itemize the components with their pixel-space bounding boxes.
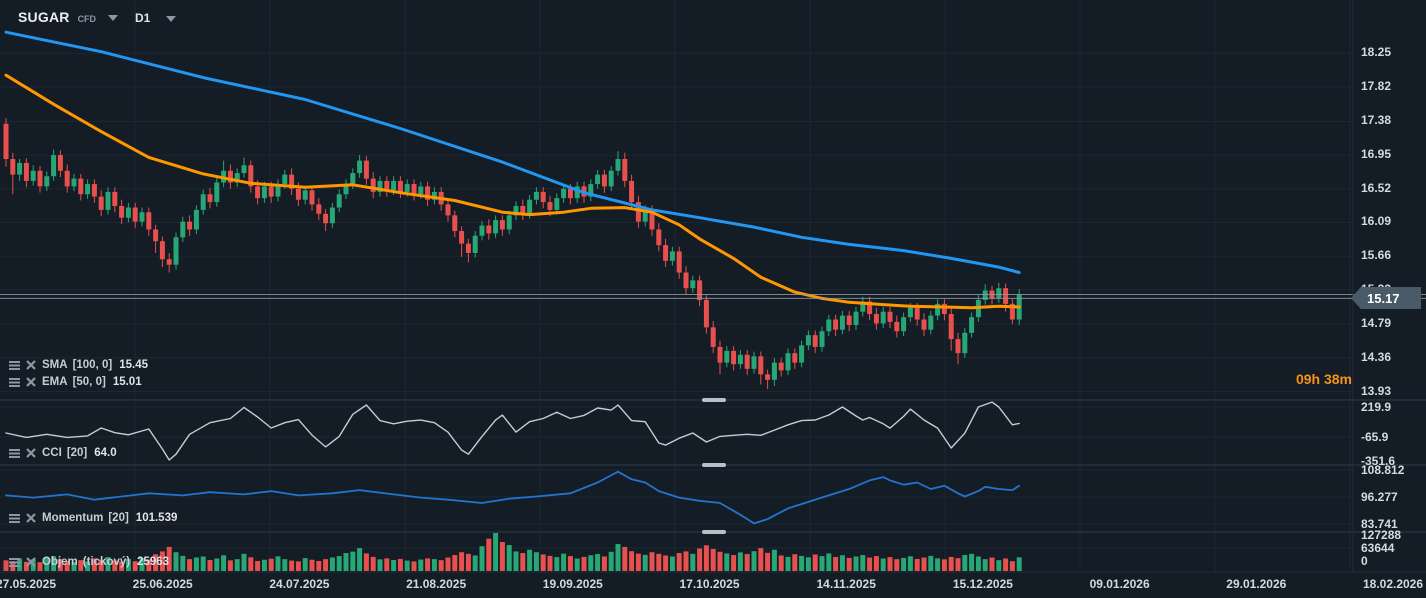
legend-volume-name: Objem <box>42 556 78 568</box>
indicator-settings-icon[interactable] <box>8 447 20 459</box>
legend-cci-name: CCI <box>42 447 62 459</box>
legend-sma-name: SMA <box>42 359 68 371</box>
indicator-settings-icon[interactable] <box>8 376 20 388</box>
legend-volume-params: (tickový) <box>83 556 130 568</box>
legend-sma-params: [100, 0] <box>73 359 113 371</box>
price-tick-label: 16.09 <box>1361 214 1391 228</box>
date-tick-label: 29.01.2026 <box>1211 577 1301 591</box>
momentum-tick-label: 96.277 <box>1361 490 1398 504</box>
legend-sma-value: 15.45 <box>119 359 148 371</box>
legend-ema: EMA [50, 0] 15.01 <box>8 376 142 388</box>
price-tick-label: 17.82 <box>1361 79 1391 93</box>
timeframe-selector[interactable]: D1 <box>135 11 176 25</box>
chevron-down-icon <box>166 16 176 22</box>
countdown-minutes: 38m <box>1324 371 1352 387</box>
momentum-tick-label: 108.812 <box>1361 463 1404 477</box>
legend-momentum-value: 101.539 <box>136 512 178 524</box>
legend-volume-value: 25963 <box>137 556 169 568</box>
legend-momentum: Momentum [20] 101.539 <box>8 512 177 524</box>
legend-ema-value: 15.01 <box>113 376 142 388</box>
indicator-close-icon[interactable] <box>25 376 37 388</box>
indicator-close-icon[interactable] <box>25 556 37 568</box>
price-tick-label: 14.79 <box>1361 316 1391 330</box>
price-tick-label: 16.52 <box>1361 181 1391 195</box>
instrument-type-badge: CFD <box>78 14 97 24</box>
timeframe-label: D1 <box>135 11 150 25</box>
chevron-down-icon <box>108 15 118 21</box>
symbol-name: SUGAR <box>18 9 70 25</box>
pane-resize-handle[interactable] <box>702 530 726 534</box>
volume-tick-label: 0 <box>1361 554 1368 568</box>
cci-tick-label: 219.9 <box>1361 400 1391 414</box>
date-tick-label: 27.05.2025 <box>0 577 71 591</box>
trading-chart-window: SUGAR CFD D1 SMA [100, 0] 15.45 EMA [50,… <box>0 0 1426 598</box>
chart-canvas[interactable] <box>0 0 1426 598</box>
legend-ema-params: [50, 0] <box>73 376 106 388</box>
legend-momentum-params: [20] <box>108 512 128 524</box>
indicator-close-icon[interactable] <box>25 447 37 459</box>
current-price-badge: 15.17 <box>1351 287 1421 309</box>
legend-momentum-name: Momentum <box>42 512 103 524</box>
price-tick-label: 18.25 <box>1361 45 1391 59</box>
price-tick-label: 16.95 <box>1361 147 1391 161</box>
date-tick-label: 25.06.2025 <box>118 577 208 591</box>
indicator-settings-icon[interactable] <box>8 512 20 524</box>
date-tick-label: 09.01.2026 <box>1075 577 1165 591</box>
date-tick-label: 15.12.2025 <box>938 577 1028 591</box>
legend-cci: CCI [20] 64.0 <box>8 447 117 459</box>
pane-resize-handle[interactable] <box>702 463 726 467</box>
indicator-settings-icon[interactable] <box>8 556 20 568</box>
date-tick-label: 24.07.2025 <box>254 577 344 591</box>
date-tick-label: 17.10.2025 <box>665 577 755 591</box>
volume-tick-label: 63644 <box>1361 541 1394 555</box>
time-scale[interactable]: 27.05.2025 25.06.2025 24.07.2025 21.08.2025… <box>0 572 1426 598</box>
date-tick-label: 14.11.2025 <box>801 577 891 591</box>
price-tick-label: 14.36 <box>1361 350 1391 364</box>
date-tick-label: 19.09.2025 <box>528 577 618 591</box>
price-tick-label: 17.38 <box>1361 113 1391 127</box>
bar-close-countdown: 09h 38m <box>1238 371 1352 387</box>
price-tick-label: 13.93 <box>1361 384 1391 398</box>
legend-volume: Objem (tickový) 25963 <box>8 556 169 568</box>
symbol-selector[interactable]: SUGAR CFD <box>18 9 118 25</box>
price-scale[interactable]: 18.2517.8217.3816.9516.5216.0915.6615.23… <box>1353 0 1426 572</box>
volume-tick-label: 127288 <box>1361 528 1401 542</box>
legend-ema-name: EMA <box>42 376 68 388</box>
current-price-value: 15.17 <box>1367 291 1400 306</box>
date-tick-label: 18.02.2026 <box>1348 577 1426 591</box>
indicator-settings-icon[interactable] <box>8 359 20 371</box>
date-tick-label: 21.08.2025 <box>391 577 481 591</box>
indicator-close-icon[interactable] <box>25 359 37 371</box>
legend-cci-params: [20] <box>67 447 87 459</box>
legend-sma: SMA [100, 0] 15.45 <box>8 359 148 371</box>
legend-cci-value: 64.0 <box>94 447 116 459</box>
cci-tick-label: -65.9 <box>1361 430 1388 444</box>
pane-resize-handle[interactable] <box>702 398 726 402</box>
price-tick-label: 15.66 <box>1361 248 1391 262</box>
countdown-hours: 09h <box>1296 371 1320 387</box>
indicator-close-icon[interactable] <box>25 512 37 524</box>
